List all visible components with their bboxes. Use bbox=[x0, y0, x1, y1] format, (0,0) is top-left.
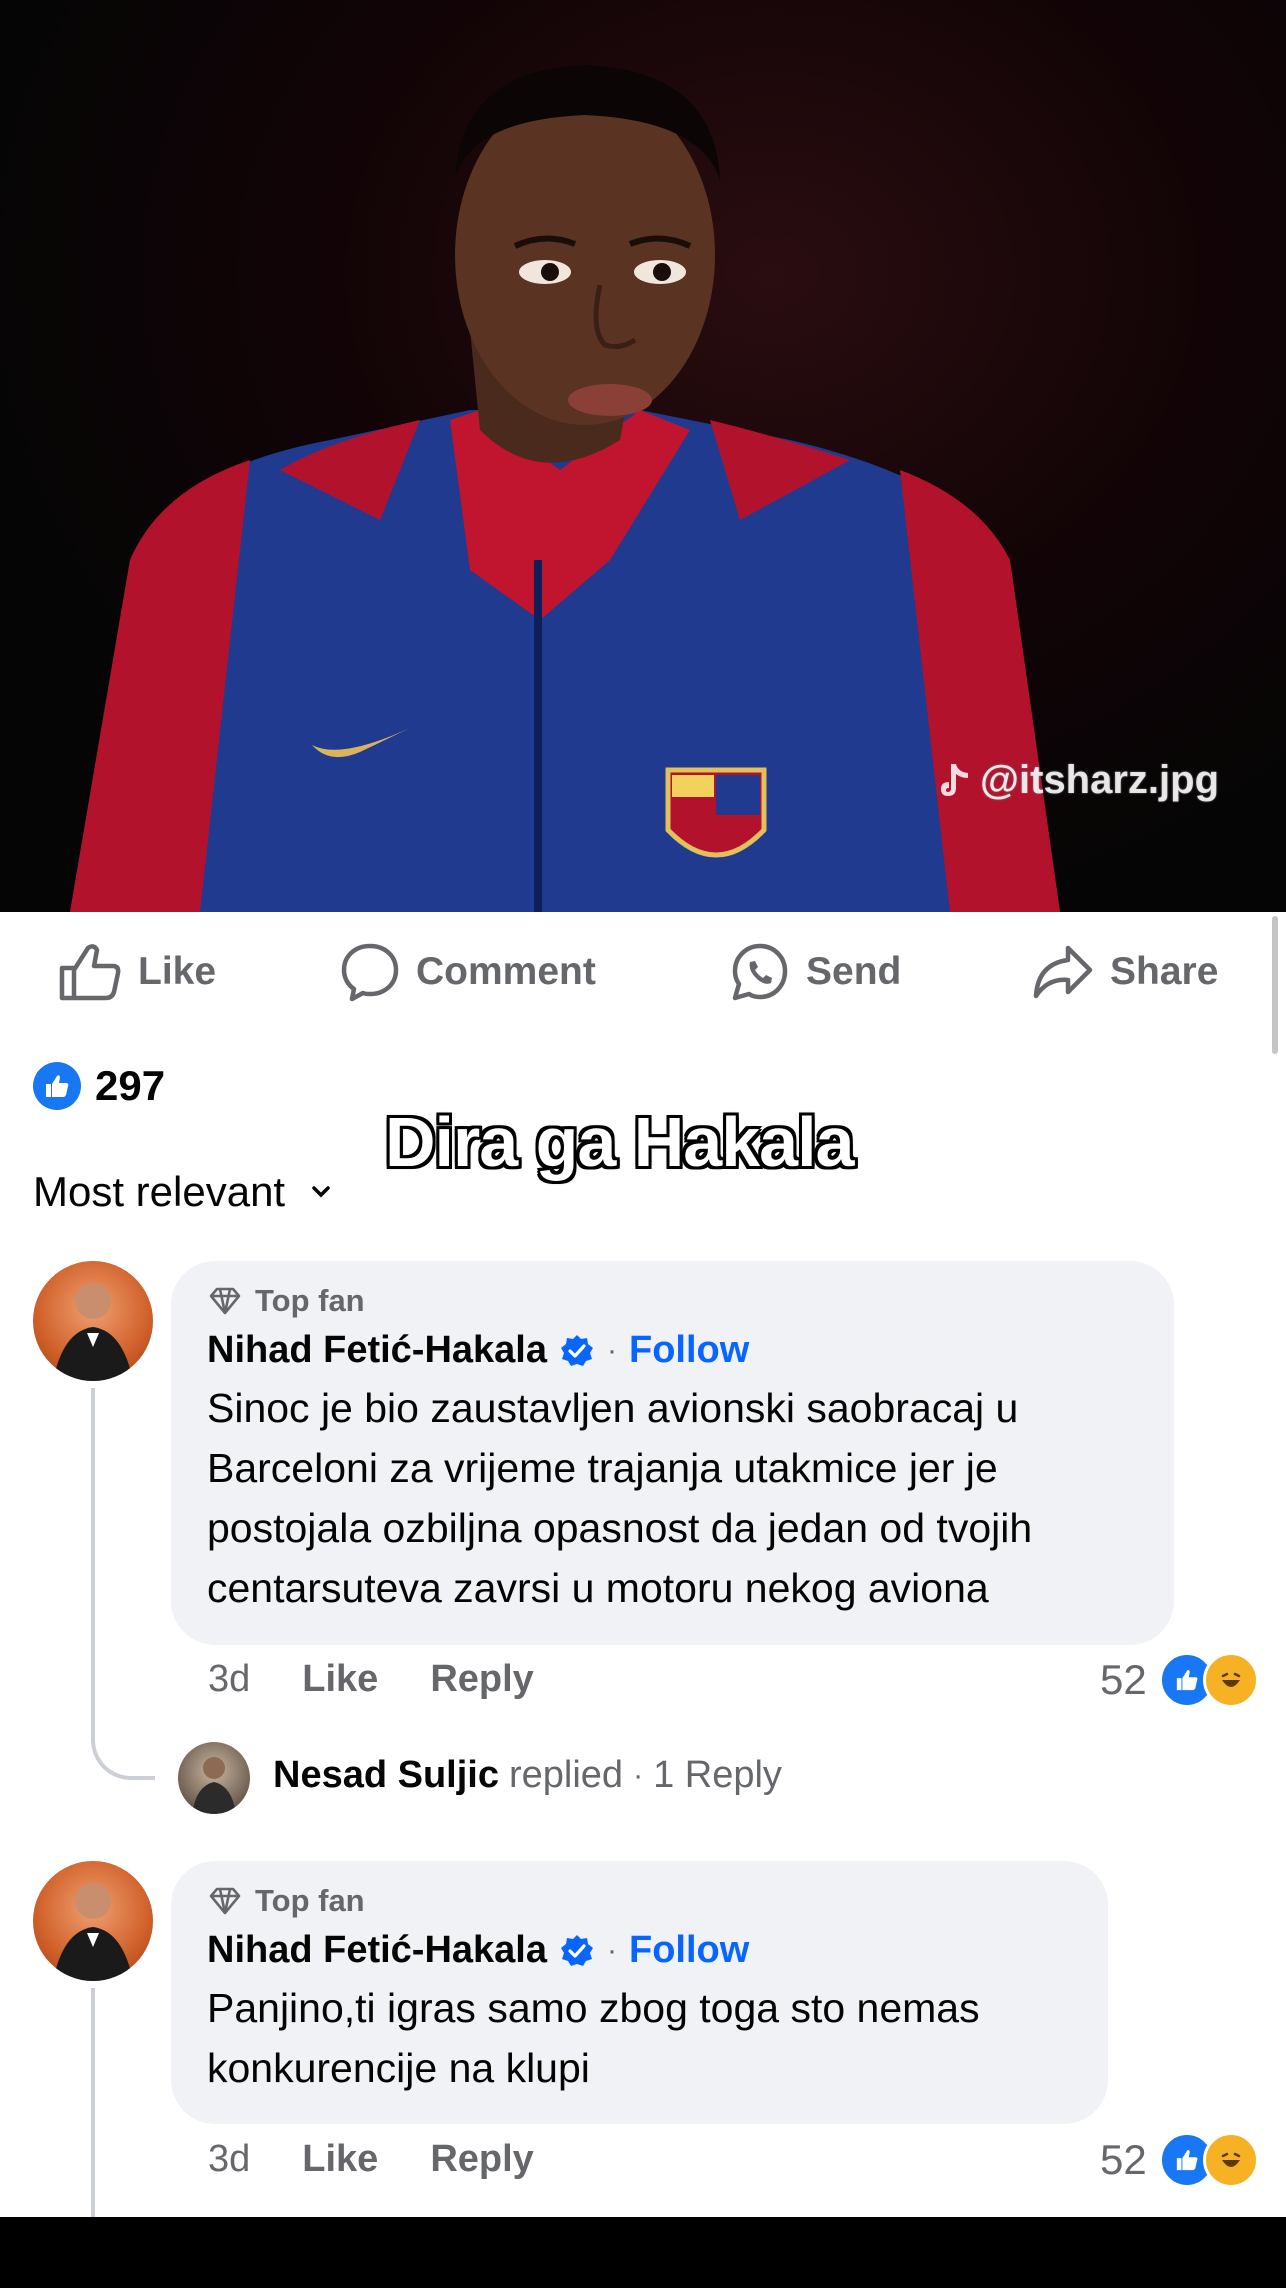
comment-reaction-count: 52 bbox=[1100, 1656, 1147, 1703]
comment-meta: 3d Like Reply bbox=[208, 1658, 534, 1701]
follow-button[interactable]: Follow bbox=[629, 1929, 749, 1972]
comment-reaction-summary[interactable]: 52 bbox=[1100, 1652, 1259, 1708]
watermark-text: @itsharz.jpg bbox=[980, 758, 1220, 802]
comment-reply-button[interactable]: Reply bbox=[430, 2138, 533, 2181]
haha-reaction-icon bbox=[1202, 2132, 1259, 2188]
tiktok-icon bbox=[941, 763, 968, 796]
like-button-label: Like bbox=[138, 950, 217, 993]
commenter-avatar[interactable] bbox=[33, 1861, 153, 1981]
like-reaction-icon bbox=[33, 1062, 81, 1110]
send-button-label: Send bbox=[806, 950, 902, 993]
tiktok-watermark: @itsharz.jpg bbox=[938, 758, 1219, 803]
follow-button[interactable]: Follow bbox=[629, 1329, 749, 1372]
comment-button[interactable]: Comment bbox=[340, 936, 596, 1008]
post-action-bar: Like Comment Send Share bbox=[0, 912, 1286, 1032]
thread-line bbox=[91, 1388, 95, 1688]
comment-meta: 3d Like Reply bbox=[208, 2138, 534, 2181]
comment-bubble[interactable]: Top fan Nihad Fetić-Hakala · Follow Sino… bbox=[171, 1261, 1174, 1645]
thread-line bbox=[91, 1988, 95, 2217]
post-reactions[interactable]: 297 bbox=[33, 1062, 165, 1110]
comment-button-label: Comment bbox=[416, 950, 596, 993]
share-button[interactable]: Share bbox=[1032, 936, 1218, 1008]
comment-text: Panjino,ti igras samo zbog toga sto nema… bbox=[207, 1985, 980, 2091]
commenter-avatar[interactable] bbox=[33, 1261, 153, 1381]
verified-badge-icon bbox=[561, 1334, 593, 1366]
comment-author[interactable]: Nihad Fetić-Hakala bbox=[207, 1929, 547, 1972]
verified-badge-icon bbox=[561, 1934, 593, 1966]
replier-avatar[interactable] bbox=[178, 1742, 250, 1814]
comment-text: Sinoc je bio zaustavljen avionski saobra… bbox=[207, 1385, 1033, 1611]
comment-reply-button[interactable]: Reply bbox=[430, 1658, 533, 1701]
like-button[interactable]: Like bbox=[58, 936, 216, 1008]
comment-bubble-icon bbox=[341, 943, 399, 1002]
sort-label: Most relevant bbox=[33, 1168, 286, 1215]
share-button-label: Share bbox=[1110, 950, 1219, 993]
separator-dot: · bbox=[633, 1758, 644, 1792]
haha-reaction-icon bbox=[1202, 1652, 1259, 1708]
replied-label: replied bbox=[508, 1754, 624, 1796]
send-button[interactable]: Send bbox=[730, 936, 901, 1008]
top-fan-label: Top fan bbox=[255, 1883, 365, 1918]
comment-like-button[interactable]: Like bbox=[302, 2138, 378, 2181]
separator-dot: · bbox=[607, 1333, 617, 1367]
comment-reaction-summary[interactable]: 52 bbox=[1100, 2132, 1259, 2188]
top-fan-badge: Top fan bbox=[207, 1283, 1138, 1319]
comment-author-row: Nihad Fetić-Hakala · Follow bbox=[207, 1929, 1072, 1972]
thumbs-up-icon bbox=[59, 944, 121, 1001]
view-replies-link[interactable]: Nesad Suljic replied · 1 Reply bbox=[273, 1754, 782, 1797]
top-fan-badge: Top fan bbox=[207, 1883, 1072, 1919]
diamond-icon bbox=[209, 1887, 241, 1915]
diamond-icon bbox=[209, 1287, 241, 1315]
replier-name: Nesad Suljic bbox=[273, 1754, 499, 1796]
comment-bubble[interactable]: Top fan Nihad Fetić-Hakala · Follow Panj… bbox=[171, 1861, 1108, 2124]
reaction-count: 297 bbox=[95, 1062, 166, 1109]
comment-author-row: Nihad Fetić-Hakala · Follow bbox=[207, 1329, 1138, 1372]
comment-sort-dropdown[interactable]: Most relevant bbox=[33, 1168, 331, 1216]
bottom-black-bar bbox=[0, 2217, 1286, 2288]
chevron-down-icon bbox=[312, 1186, 330, 1198]
reply-count: 1 Reply bbox=[653, 1754, 782, 1796]
share-arrow-icon bbox=[1033, 945, 1093, 999]
top-fan-label: Top fan bbox=[255, 1283, 365, 1318]
comment-time: 3d bbox=[208, 2138, 251, 2180]
comment-like-button[interactable]: Like bbox=[302, 1658, 378, 1701]
comment-reaction-count: 52 bbox=[1100, 2136, 1147, 2183]
comment-author[interactable]: Nihad Fetić-Hakala bbox=[207, 1329, 547, 1372]
comment-time: 3d bbox=[208, 1658, 251, 1700]
whatsapp-icon bbox=[732, 943, 788, 1001]
separator-dot: · bbox=[607, 1933, 617, 1967]
overlay-caption: Dira ga Hakala bbox=[385, 1103, 854, 1181]
thread-connector bbox=[91, 1650, 155, 1780]
